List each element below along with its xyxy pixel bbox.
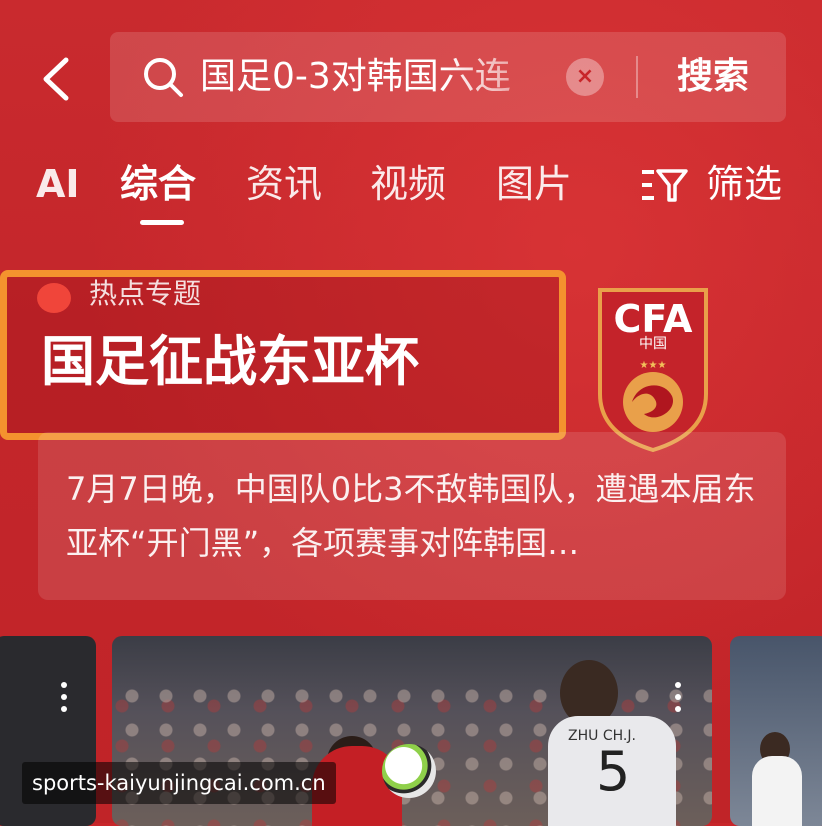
back-button[interactable] [38, 56, 74, 102]
clear-icon[interactable]: × [566, 58, 604, 96]
summary-text: 7月7日晚，中国队0比3不敌韩国队，遭遇本届东亚杯“开门黑”，各项赛事对阵韩国… [66, 470, 756, 562]
tab-ai[interactable]: AI [36, 160, 80, 208]
search-input[interactable]: 国足0-3对韩国六连 [200, 54, 550, 100]
tab-comprehensive[interactable]: 综合 [120, 160, 196, 208]
topic-summary[interactable]: 7月7日晚，中国队0比3不敌韩国队，遭遇本届东亚杯“开门黑”，各项赛事对阵韩国… [38, 432, 786, 600]
cfa-badge-icon: CFA 中国 ★★★ [598, 288, 708, 453]
search-button[interactable]: 搜索 [658, 52, 768, 102]
hot-topic-tag: 热点专题 [89, 277, 202, 310]
more-options-icon[interactable] [60, 682, 68, 716]
active-tab-indicator [140, 220, 184, 225]
tab-images[interactable]: 图片 [496, 160, 572, 208]
video-card-next[interactable] [730, 636, 822, 826]
player-jersey-white [752, 756, 802, 826]
filter-icon [642, 169, 688, 202]
tab-news[interactable]: 资讯 [246, 160, 322, 208]
football-image [382, 744, 436, 798]
tab-videos[interactable]: 视频 [370, 160, 446, 208]
badge-letters: CFA [614, 297, 693, 341]
search-icon [144, 58, 183, 97]
chevron-left-icon [43, 57, 69, 101]
badge-subtitle: 中国 [639, 336, 667, 352]
search-bar[interactable]: 国足0-3对韩国六连 × 搜索 [110, 32, 786, 122]
search-divider [636, 56, 638, 98]
more-options-icon[interactable] [674, 682, 682, 716]
svg-text:★★★: ★★★ [640, 360, 667, 371]
filter-label: 筛选 [706, 162, 783, 206]
jersey-number: 5 [596, 740, 631, 803]
topic-title: 国足征战东亚杯 [41, 330, 419, 393]
hot-topic-card[interactable]: 热点专题 国足征战东亚杯 [0, 270, 566, 440]
hot-topic-dot-icon [37, 283, 71, 313]
watermark: sports-kaiyunjingcai.com.cn [22, 762, 336, 804]
